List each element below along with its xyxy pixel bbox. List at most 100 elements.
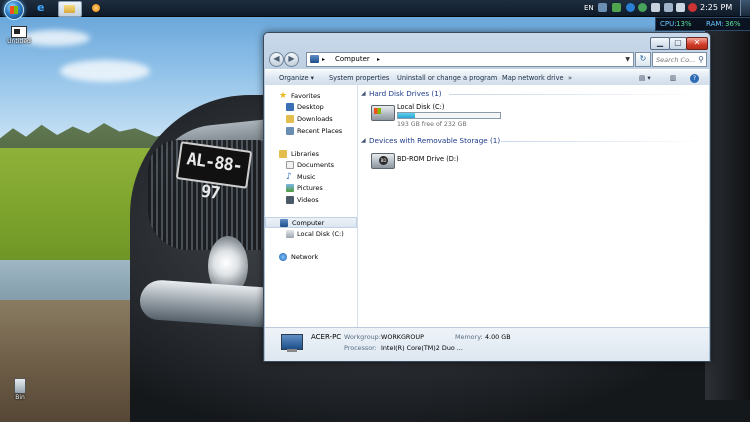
nav-downloads-label: Downloads [297,115,333,123]
nav-pictures-label: Pictures [297,184,323,192]
folder-icon [64,5,75,13]
collapse-caret-icon[interactable]: ◢ [361,90,366,97]
nav-local-disk[interactable]: Local Disk (C:) [265,229,357,239]
breadcrumb-computer[interactable]: Computer [335,53,370,66]
nav-favorites[interactable]: ★ Favorites [265,91,357,101]
minimize-button[interactable]: ▁ [650,37,670,50]
drive-c-capacity-bar [397,112,501,119]
system-properties-button[interactable]: System properties [329,70,389,86]
nav-desktop-label: Desktop [297,103,324,111]
search-box[interactable]: ⚲ [652,52,707,67]
tray-signal-icon[interactable] [664,3,673,12]
close-icon: ✕ [693,38,701,47]
group-header-hard-disk-drives[interactable]: Hard Disk Drives (1) [369,89,442,99]
nav-desktop[interactable]: Desktop [265,102,357,112]
tray-network-globe-icon[interactable] [626,3,635,12]
map-network-drive-button[interactable]: Map network drive [502,70,564,86]
main-pane: ◢ Hard Disk Drives (1) Local Disk (C:) 1… [359,85,709,327]
nav-network[interactable]: Network [265,252,357,262]
media-player-icon [92,4,100,12]
tray-app-icon[interactable] [612,3,621,12]
address-dropdown-icon[interactable]: ▼ [625,53,630,66]
view-options-button[interactable]: ▤ ▾ [639,70,651,86]
tray-volume-icon[interactable] [676,3,685,12]
collapse-caret-icon[interactable]: ◢ [361,137,366,144]
address-bar[interactable]: ▸ Computer ▸ ▼ [306,52,634,67]
desktop-icon-untitled[interactable]: Untitled [6,26,32,45]
wallpaper-car-side [705,20,750,400]
pictures-icon [286,184,294,192]
taskbar-clock[interactable]: 2:25 PM [700,0,732,16]
tray-shield-icon[interactable] [638,3,647,12]
help-icon: ? [690,74,699,83]
nav-videos-label: Videos [297,196,319,204]
nav-computer-label: Computer [292,219,325,227]
details-pane: ACER-PC Workgroup: WORKGROUP Memory: 4.0… [265,327,709,361]
language-indicator[interactable]: EN [584,0,594,16]
uninstall-program-button[interactable]: Uninstall or change a program [397,70,497,86]
preview-pane-button[interactable]: ▥ [670,70,676,86]
group-header-removable-storage[interactable]: Devices with Removable Storage (1) [369,136,500,146]
address-row: ◀ ▶ ▸ Computer ▸ ▼ ↻ ⚲ [268,51,707,69]
computer-icon [310,55,319,63]
nav-pictures[interactable]: Pictures [265,183,357,193]
recycle-bin-icon [14,378,26,394]
bd-rom-drive-icon: BD [371,153,395,169]
back-arrow-icon: ◀ [273,54,280,63]
taskbar-windows-explorer[interactable] [58,1,82,17]
nav-libraries[interactable]: Libraries [265,149,357,159]
show-desktop-button[interactable] [740,0,750,16]
group-divider [449,94,704,95]
start-button[interactable] [4,0,24,20]
more-commands-button[interactable]: » [568,70,572,86]
help-button[interactable]: ? [690,70,699,86]
nav-computer[interactable]: Computer [265,217,357,228]
processor-value: Intel(R) Core(TM)2 Duo ... [381,344,463,352]
workgroup-key: Workgroup: [344,333,381,341]
forward-arrow-icon: ▶ [288,54,295,63]
breadcrumb-separator[interactable]: ▸ [322,53,325,66]
nav-recent-places[interactable]: Recent Places [265,126,357,136]
ram-value: 36% [725,20,741,28]
taskbar-media-player[interactable] [86,1,108,15]
maximize-button[interactable]: ▢ [669,37,687,50]
libraries-icon [279,150,287,158]
breadcrumb-separator[interactable]: ▸ [377,53,380,66]
nav-downloads[interactable]: Downloads [265,114,357,124]
tray-power-icon[interactable] [688,3,697,12]
forward-button[interactable]: ▶ [284,52,299,67]
memory-value: 4.00 GB [485,333,511,341]
search-input[interactable] [653,53,696,66]
close-button[interactable]: ✕ [686,37,708,50]
back-button[interactable]: ◀ [269,52,284,67]
view-icon: ▤ [639,74,646,82]
refresh-button[interactable]: ↻ [635,52,651,67]
network-icon [279,253,287,261]
cpu-value: 13% [676,20,692,28]
nav-network-label: Network [291,253,319,261]
refresh-icon: ↻ [639,54,647,63]
organize-button[interactable]: Organize ▾ [279,70,314,86]
nav-recent-places-label: Recent Places [297,127,343,135]
nav-music[interactable]: ♪ Music [265,172,357,182]
taskbar-internet-explorer[interactable]: e [32,1,54,15]
drive-c-free-space: 193 GB free of 232 GB [397,121,467,128]
chevron-down-icon: ▾ [647,74,651,82]
tray-flag-icon[interactable] [651,3,660,12]
ie-icon: e [37,1,45,14]
maximize-icon: ▢ [674,38,682,47]
search-icon[interactable]: ⚲ [698,54,704,65]
minimize-icon: ▁ [656,38,664,47]
window-content: ★ Favorites Desktop Downloads Recent Pla… [265,85,709,327]
nav-documents[interactable]: Documents [265,160,357,170]
desktop-icon-label: Bin [15,394,25,401]
nav-videos[interactable]: Videos [265,195,357,205]
computer-stand-icon [287,349,297,352]
window-titlebar[interactable]: ▁ ▢ ✕ [264,33,710,51]
taskbar: e EN 2:25 PM [0,0,750,20]
tray-keyboard-icon[interactable] [598,3,607,12]
desktop-icon-recycle-bin[interactable]: Bin [8,378,32,401]
computer-large-icon [281,334,303,350]
recent-places-icon [286,127,294,135]
group-divider [501,141,704,142]
